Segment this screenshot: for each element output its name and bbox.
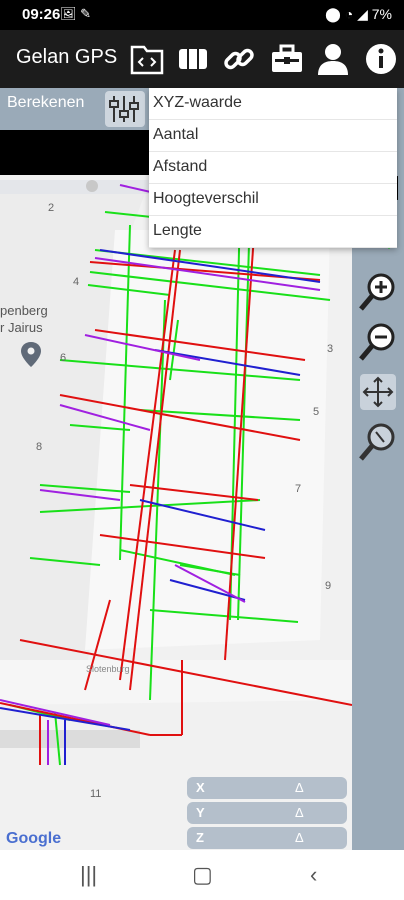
link-icon[interactable]	[220, 40, 258, 78]
pan-icon[interactable]	[358, 372, 398, 412]
back-icon[interactable]: ‹	[310, 862, 317, 888]
status-time: 09:26	[22, 6, 61, 23]
house-number: 5	[313, 406, 320, 418]
calculate-settings-button[interactable]	[105, 91, 145, 127]
coord-z-box: Z Δ	[187, 827, 347, 849]
system-nav-bar: ||| ▢ ‹	[0, 850, 404, 900]
menu-item-distance[interactable]: Afstand	[149, 152, 397, 184]
coord-label: Z	[196, 830, 204, 845]
house-number: 9	[325, 580, 332, 592]
location-icon: ⬤	[325, 6, 341, 22]
house-number: 8	[36, 441, 43, 453]
zoom-in-icon[interactable]	[358, 272, 398, 312]
zoom-extent-icon[interactable]	[358, 422, 398, 462]
poi-label: r Jairus	[0, 320, 43, 335]
status-right: ⬤ ◔ ◢ 7%	[325, 6, 392, 23]
sliders-icon	[109, 96, 139, 122]
coord-y-box: Y Δ	[187, 802, 347, 824]
house-number: 11	[90, 788, 102, 800]
toolbox-icon[interactable]	[268, 40, 306, 78]
map-canvas	[0, 175, 352, 850]
code-folder-icon[interactable]	[128, 40, 166, 78]
coord-label: X	[196, 780, 205, 795]
coord-label: Y	[196, 805, 205, 820]
app-bar: Gelan GPS	[0, 30, 404, 88]
app-title: Gelan GPS	[16, 46, 118, 68]
coord-delta: Δ	[295, 780, 304, 795]
notification-icons: 🖼 ✎	[60, 6, 92, 21]
wifi-icon: ◔	[344, 6, 354, 22]
coord-delta: Δ	[295, 830, 304, 845]
poi-label: penberg	[0, 303, 48, 318]
map-view[interactable]: 2 4 6 8 3 5 7 9 11 penberg r Jairus Slot…	[0, 175, 352, 850]
house-number: 6	[60, 352, 67, 364]
menu-item-length[interactable]: Lengte	[149, 216, 397, 248]
status-bar: 09:26 🖼 ✎ ⬤ ◔ ◢ 7%	[0, 0, 404, 30]
house-number: 7	[295, 483, 302, 495]
house-number: 4	[73, 276, 80, 288]
info-icon[interactable]	[362, 40, 400, 78]
coord-x-box: X Δ	[187, 777, 347, 799]
house-number: 2	[48, 202, 55, 214]
map-book-icon[interactable]	[174, 40, 212, 78]
battery-text: 7%	[371, 6, 392, 22]
home-icon[interactable]: ▢	[192, 862, 213, 888]
recents-icon[interactable]: |||	[80, 862, 97, 888]
calculation-dropdown: XYZ-waarde Aantal Afstand Hoogteverschil…	[149, 88, 397, 248]
menu-item-count[interactable]: Aantal	[149, 120, 397, 152]
menu-item-xyz[interactable]: XYZ-waarde	[149, 88, 397, 120]
calculate-label: Berekenen	[7, 94, 85, 111]
zoom-out-icon[interactable]	[358, 322, 398, 362]
google-attribution: Google	[6, 830, 62, 847]
street-label: Slotenburg	[86, 664, 130, 674]
house-number: 3	[327, 343, 334, 355]
menu-item-height-difference[interactable]: Hoogteverschil	[149, 184, 397, 216]
user-icon[interactable]	[314, 40, 352, 78]
coord-delta: Δ	[295, 805, 304, 820]
signal-icon: ◢	[357, 6, 368, 22]
